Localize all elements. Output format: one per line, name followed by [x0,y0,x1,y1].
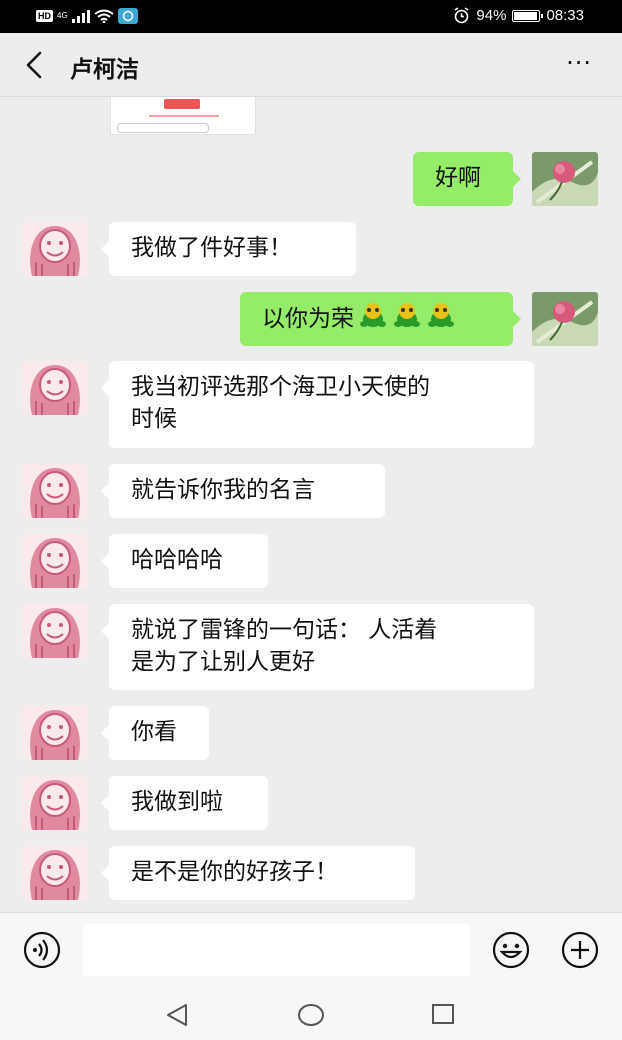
input-bar [0,912,622,988]
message-bubble-incoming[interactable]: 是不是你的好孩子！ [101,846,415,900]
status-left: HD 4G [36,8,138,24]
message-text: 以你为荣 [262,306,354,332]
message-bubble-outgoing[interactable]: 以你为荣 [240,292,521,346]
message-list[interactable]: 好啊 我做了件好事！ 以你为荣 我当初评选那个海卫小天使的 时候 就告诉你我的名… [0,97,622,912]
message-line: 是为了让别人更好 [131,649,315,675]
add-more-icon[interactable] [557,931,603,969]
wifi-icon [94,9,114,23]
message-bubble-incoming[interactable]: 你看 [101,706,209,760]
alarm-icon [454,7,469,24]
chat-title: 卢柯洁 [70,57,139,83]
thumbnail-comment-bar [117,123,209,133]
message-bubble-incoming[interactable]: 我当初评选那个海卫小天使的 时候 [101,361,534,448]
my-avatar[interactable] [532,292,598,346]
thumbnail-text-line [149,115,219,117]
frog-emoji-icon [426,302,456,337]
message-bubble-incoming[interactable]: 哈哈哈哈 [101,534,268,588]
girl-drawing-avatar-icon [30,468,80,518]
frog-emoji-icon [392,302,422,337]
message-line: 我当初评选那个海卫小天使的 [131,374,430,400]
frog-emoji-icon [358,302,388,337]
contact-avatar[interactable] [22,604,88,658]
contact-avatar[interactable] [22,222,88,276]
message-line: 就说了雷锋的一句话： 人活着 [131,617,438,643]
contact-avatar[interactable] [22,776,88,830]
contact-avatar[interactable] [22,361,88,415]
shared-screenshot-thumbnail[interactable] [110,97,256,135]
message-bubble-outgoing[interactable]: 好啊 [413,152,521,206]
nav-recent-apps-icon[interactable] [431,1003,455,1025]
girl-drawing-avatar-icon [30,365,80,415]
girl-drawing-avatar-icon [30,850,80,900]
message-bubble-incoming[interactable]: 就告诉你我的名言 [101,464,385,518]
thumbnail-button-shape [164,99,200,109]
girl-drawing-avatar-icon [30,710,80,760]
message-input[interactable] [83,924,470,976]
message-bubble-incoming[interactable]: 就说了雷锋的一句话： 人活着 是为了让别人更好 [101,604,534,690]
clock: 08:33 [546,7,584,24]
network-label: 4G [57,11,68,20]
flower-avatar-icon [532,152,598,206]
contact-avatar[interactable] [22,706,88,760]
status-bar: HD 4G 94% 08:33 [0,0,622,33]
back-arrow-icon[interactable] [20,50,50,80]
signal-icon [71,9,90,23]
voice-input-icon[interactable] [19,931,65,969]
flower-avatar-icon [532,292,598,346]
system-nav-bar [0,988,622,1040]
girl-drawing-avatar-icon [30,538,80,588]
battery-icon [512,9,544,22]
girl-drawing-avatar-icon [30,226,80,276]
message-line: 时候 [131,406,177,432]
nav-home-icon[interactable] [297,1002,325,1028]
chat-header: 卢柯洁 ··· [0,33,622,97]
emoji-icon[interactable] [487,931,535,969]
my-avatar[interactable] [532,152,598,206]
hd-badge: HD [36,10,53,22]
contact-avatar[interactable] [22,464,88,518]
more-options-button[interactable]: ··· [566,51,592,75]
girl-drawing-avatar-icon [30,608,80,658]
contact-avatar[interactable] [22,534,88,588]
status-right: 94% 08:33 [453,7,584,24]
battery-percent: 94% [476,7,507,24]
message-bubble-incoming[interactable]: 我做到啦 [101,776,268,830]
battery-fill [514,11,537,20]
contact-avatar[interactable] [22,846,88,900]
nav-back-icon[interactable] [165,1002,191,1028]
girl-drawing-avatar-icon [30,780,80,830]
app-notification-icon [117,8,138,24]
message-bubble-incoming[interactable]: 我做了件好事！ [101,222,356,276]
